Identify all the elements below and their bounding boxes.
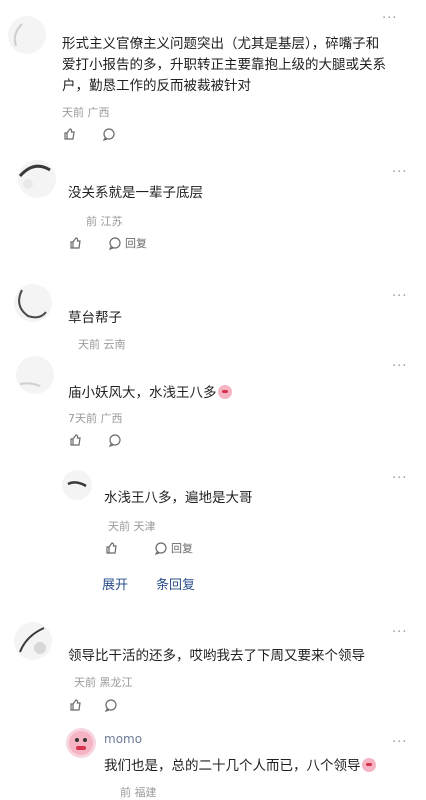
more-icon[interactable]: ··· — [392, 360, 407, 373]
comment-text: 领导比干活的还多，哎哟我去了下周又要来个领导 — [68, 648, 365, 664]
avatar[interactable] — [14, 284, 52, 322]
avatar-icon — [18, 289, 47, 319]
reply-button[interactable]: 回复 — [154, 540, 193, 556]
comment-meta: 前 江苏 — [86, 215, 123, 228]
more-icon[interactable]: ··· — [392, 166, 407, 179]
like-button[interactable] — [62, 127, 76, 141]
comment-actions — [68, 697, 144, 713]
comment-text-body: 庙小妖风大，水浅王八多 — [68, 385, 217, 401]
comment-actions: 回复 — [104, 540, 219, 556]
avatar[interactable] — [18, 160, 56, 198]
avatar-icon — [18, 164, 51, 189]
more-icon[interactable]: ··· — [382, 12, 397, 25]
avatar[interactable] — [62, 470, 92, 500]
comment-meta: 天前 云南 — [78, 338, 126, 351]
username[interactable]: momo — [104, 732, 142, 746]
reply-button[interactable]: 回复 — [108, 235, 147, 251]
like-button[interactable] — [68, 698, 82, 712]
comment-text: 户，勤恳工作的反而被裁被针对 — [62, 78, 251, 94]
more-icon[interactable]: ··· — [392, 626, 407, 639]
reply-icon — [104, 699, 117, 712]
comment-meta: 天前 黑龙江 — [74, 676, 133, 689]
emoji-icon — [217, 385, 232, 399]
comment-text: 水浅王八多，遍地是大哥 — [104, 490, 253, 506]
reply-icon — [102, 128, 115, 141]
avatar[interactable] — [14, 622, 52, 660]
reply-button[interactable] — [108, 433, 122, 447]
reply-icon — [108, 434, 121, 447]
expand-link[interactable]: 展开 — [102, 574, 128, 593]
comment-actions — [62, 126, 142, 142]
emoji-icon — [361, 758, 376, 772]
comment-meta: 前 福建 — [120, 786, 157, 799]
comment-actions: 回复 — [68, 235, 173, 251]
avatar-icon — [19, 382, 41, 387]
comment-text: 我们也是，总的二十几个人而已，八个领导 — [104, 756, 376, 777]
like-button[interactable] — [68, 433, 82, 447]
comment-meta: 7天前 广西 — [68, 412, 123, 425]
like-icon — [70, 237, 81, 249]
like-button[interactable] — [68, 236, 82, 250]
comment-text: 庙小妖风大，水浅王八多 — [68, 383, 232, 404]
comment-text: 爱打小报告的多，升职转正主要靠抱上级的大腿或关系 — [62, 57, 386, 73]
comment-actions — [68, 432, 148, 448]
like-icon — [70, 434, 81, 446]
avatar[interactable] — [66, 728, 96, 758]
like-icon — [106, 542, 117, 554]
avatar-icon — [69, 731, 93, 755]
comment-meta: 天前 天津 — [108, 520, 156, 533]
more-icon[interactable]: ··· — [392, 290, 407, 303]
avatar[interactable] — [8, 16, 46, 54]
like-button[interactable] — [104, 541, 118, 555]
comment-meta: 天前 广西 — [62, 106, 110, 119]
avatar-icon — [67, 481, 87, 488]
comment-text-body: 我们也是，总的二十几个人而已，八个领导 — [104, 758, 361, 774]
more-icon[interactable]: ··· — [392, 736, 407, 749]
comment-text: 草台帮子 — [68, 310, 122, 326]
reply-button[interactable] — [102, 127, 116, 141]
reply-icon — [154, 542, 167, 555]
comment-text: 形式主义官僚主义问题突出（尤其是基层），碎嘴子和 — [62, 36, 380, 52]
avatar-icon — [13, 23, 23, 47]
reply-label: 回复 — [171, 542, 193, 555]
comment-text: 没关系就是一辈子底层 — [68, 185, 203, 201]
like-icon — [70, 699, 81, 711]
more-icon[interactable]: ··· — [392, 472, 407, 485]
avatar-icon — [19, 627, 46, 654]
reply-button[interactable] — [104, 698, 118, 712]
reply-label: 回复 — [125, 237, 147, 250]
like-icon — [64, 128, 75, 140]
reply-icon — [108, 237, 121, 250]
avatar[interactable] — [16, 356, 54, 394]
replies-link[interactable]: 条回复 — [156, 574, 195, 593]
